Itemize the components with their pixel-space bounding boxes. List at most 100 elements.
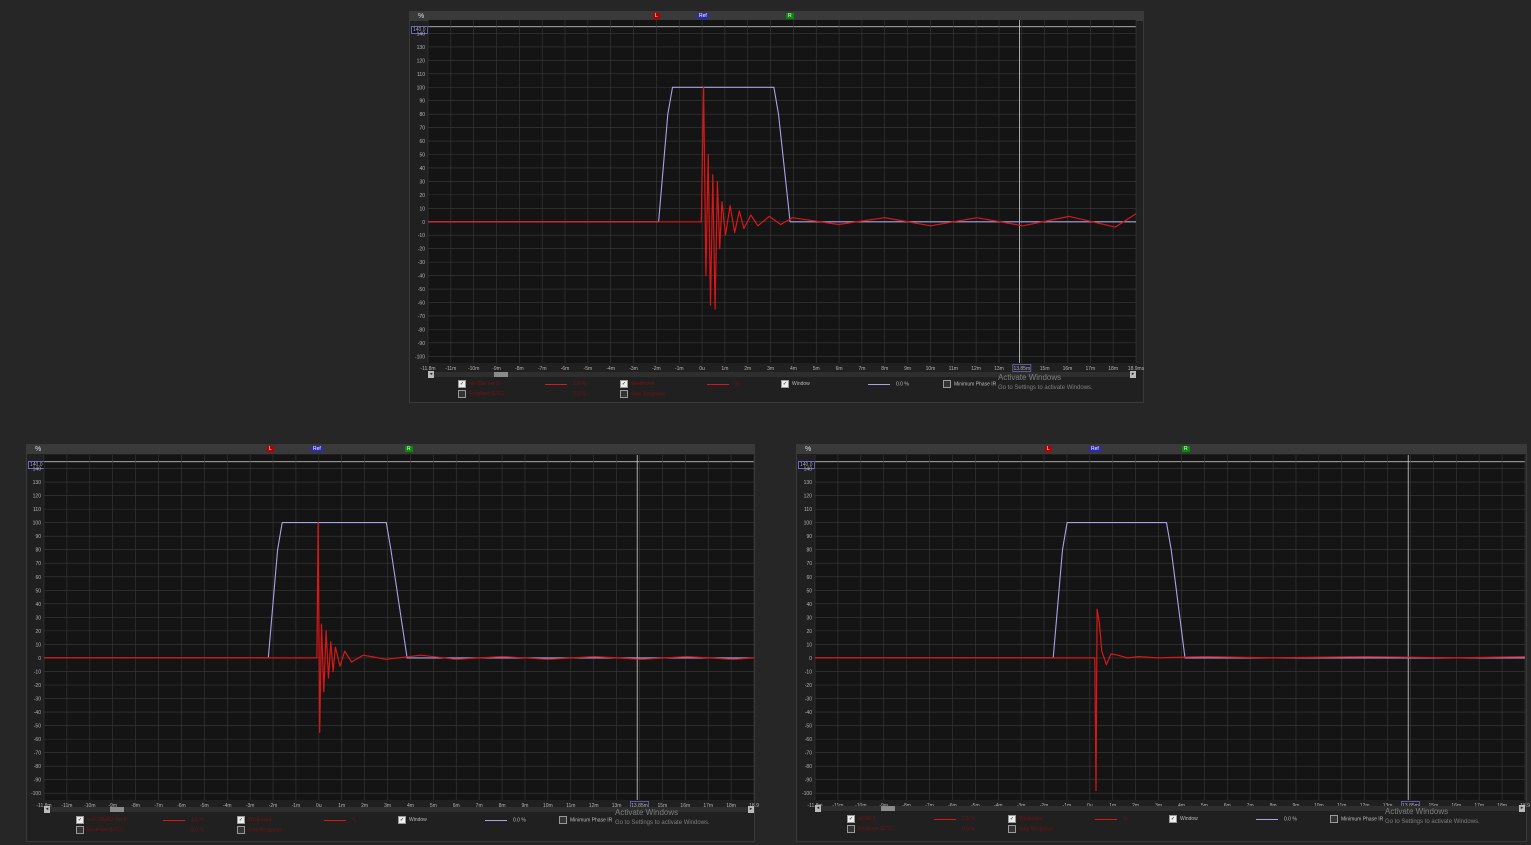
checkbox-icon[interactable] — [620, 390, 628, 398]
legend-trace-value: 1.0 % — [191, 817, 204, 824]
y-tick-label: 20 — [419, 193, 425, 199]
y-tick-label: 40 — [419, 166, 425, 172]
y-tick-label: 40 — [806, 602, 812, 608]
y-tick-label: -40 — [805, 710, 812, 716]
y-tick-label: -100 — [31, 791, 41, 797]
y-tick-label: 0 — [809, 656, 812, 662]
y-tick-label: 120 — [417, 58, 426, 64]
checkbox-icon[interactable]: ✓ — [847, 815, 855, 823]
legend-step-name: Step Response — [631, 391, 666, 398]
activation-watermark: Activate Windows Go to Settings to activ… — [1385, 807, 1480, 827]
y-tick-label: -30 — [805, 697, 812, 703]
scroll-right-arrow-icon[interactable]: ▸ — [748, 806, 754, 813]
y-tick-label: -90 — [805, 778, 812, 784]
y-tick-label: -10 — [34, 669, 41, 675]
y-tick-label: 70 — [419, 126, 425, 132]
y-tick-label: 0 — [422, 220, 425, 226]
legend-etc-name: Envelope (ETC) — [469, 391, 505, 398]
checkbox-icon[interactable] — [1330, 815, 1338, 823]
y-tick-label: -30 — [34, 697, 41, 703]
ir-panel-bottom-right: % L Ref R 140.0 140 130 120 110 100 90 80 70 60 5… — [796, 444, 1530, 843]
legend-trace-name: s6040 5 — [858, 816, 876, 823]
y-tick-label: -70 — [418, 314, 425, 320]
y-tick-label: 140 — [33, 467, 42, 473]
y-tick-label: 30 — [35, 615, 41, 621]
y-tick-label: -50 — [805, 724, 812, 730]
checkbox-icon[interactable]: ✓ — [1169, 815, 1177, 823]
checkbox-icon[interactable] — [943, 380, 951, 388]
checkbox-icon[interactable]: ✓ — [398, 816, 406, 824]
checkbox-icon[interactable] — [458, 390, 466, 398]
checkbox-icon[interactable] — [847, 825, 855, 833]
impulse-response-plot[interactable]: 1401301201101009080706050403020100-10-20… — [797, 445, 1530, 843]
checkbox-icon[interactable]: ✓ — [458, 380, 466, 388]
checkbox-icon[interactable] — [559, 816, 567, 824]
y-tick-label: 70 — [35, 561, 41, 567]
legend-window-name: Window — [792, 381, 810, 388]
y-tick-label: 100 — [33, 521, 42, 527]
impulse-response-plot[interactable]: 1401301201101009080706050403020100-10-20… — [27, 445, 759, 843]
y-tick-label: 10 — [806, 642, 812, 648]
legend-window-value: 0.0 % — [513, 817, 526, 824]
y-tick-label: 40 — [35, 602, 41, 608]
y-tick-label: 90 — [419, 99, 425, 105]
scroll-left-arrow-icon[interactable]: ◂ — [815, 805, 821, 812]
legend-window-value: 0.0 % — [896, 381, 909, 388]
scroll-left-arrow-icon[interactable]: ◂ — [428, 371, 434, 378]
scroll-right-arrow-icon[interactable]: ▸ — [1130, 371, 1136, 378]
legend-windowed-name: Windowed — [1019, 816, 1043, 823]
scroll-thumb[interactable] — [881, 806, 895, 811]
impulse-response-plot[interactable]: 1401301201101009080706050403020100-10-20… — [410, 12, 1145, 404]
y-tick-label: 100 — [417, 85, 426, 91]
y-tick-label: -90 — [418, 341, 425, 347]
legend-etc-name: Envelope (ETC) — [858, 826, 894, 833]
legend-windowed-value: % — [352, 817, 357, 824]
legend-windowed-value: % — [1123, 816, 1128, 823]
y-tick-label: 110 — [417, 72, 425, 78]
y-tick-label: -50 — [418, 287, 425, 293]
checkbox-icon[interactable]: ✓ — [620, 380, 628, 388]
y-tick-label: 80 — [806, 548, 812, 554]
scroll-right-arrow-icon[interactable]: ▸ — [1519, 805, 1525, 812]
legend-etc-name: Envelope (ETC) — [87, 827, 123, 834]
legend-windowed-name: Windowed — [248, 817, 272, 824]
y-tick-label: 30 — [806, 615, 812, 621]
checkbox-icon[interactable]: ✓ — [781, 380, 789, 388]
y-tick-label: -10 — [418, 233, 425, 239]
plot-area — [44, 455, 754, 800]
legend-trace-value: 2.5 % — [962, 816, 975, 823]
y-tick-label: -80 — [418, 327, 425, 333]
activation-watermark: Activate Windows Go to Settings to activ… — [998, 373, 1093, 393]
y-tick-label: 50 — [35, 588, 41, 594]
legend-trace-name: w-FC38xR3 Ver 6 — [87, 817, 127, 824]
y-tick-label: 130 — [804, 480, 813, 486]
legend-etc-value: 0.0 % — [573, 391, 586, 398]
checkbox-icon[interactable]: ✓ — [1008, 815, 1016, 823]
y-tick-label: -80 — [805, 764, 812, 770]
legend-step-name: Step Response — [1019, 826, 1054, 833]
y-tick-label: -100 — [415, 354, 425, 360]
y-tick-label: 140 — [804, 467, 813, 473]
legend-trace-name: mu-25p Ver 5 — [469, 381, 500, 388]
checkbox-icon[interactable] — [76, 826, 84, 834]
scroll-thumb[interactable] — [494, 372, 508, 377]
y-tick-label: 0 — [38, 656, 41, 662]
y-tick-label: 130 — [33, 480, 42, 486]
y-tick-label: 20 — [806, 629, 812, 635]
checkbox-icon[interactable]: ✓ — [237, 816, 245, 824]
y-tick-label: -60 — [805, 737, 812, 743]
checkbox-icon[interactable] — [237, 826, 245, 834]
scroll-thumb[interactable] — [110, 807, 124, 812]
y-tick-label: 80 — [35, 548, 41, 554]
y-tick-label: -50 — [34, 724, 41, 730]
y-tick-label: 30 — [419, 179, 425, 185]
checkbox-icon[interactable] — [1008, 825, 1016, 833]
y-tick-label: 60 — [806, 575, 812, 581]
y-tick-label: 120 — [33, 494, 42, 500]
checkbox-icon[interactable]: ✓ — [76, 816, 84, 824]
legend-etc-value: 0.0 % — [191, 827, 204, 834]
y-tick-label: 20 — [35, 629, 41, 635]
y-tick-label: -70 — [805, 751, 812, 757]
scroll-left-arrow-icon[interactable]: ◂ — [44, 806, 50, 813]
y-tick-label: -40 — [34, 710, 41, 716]
